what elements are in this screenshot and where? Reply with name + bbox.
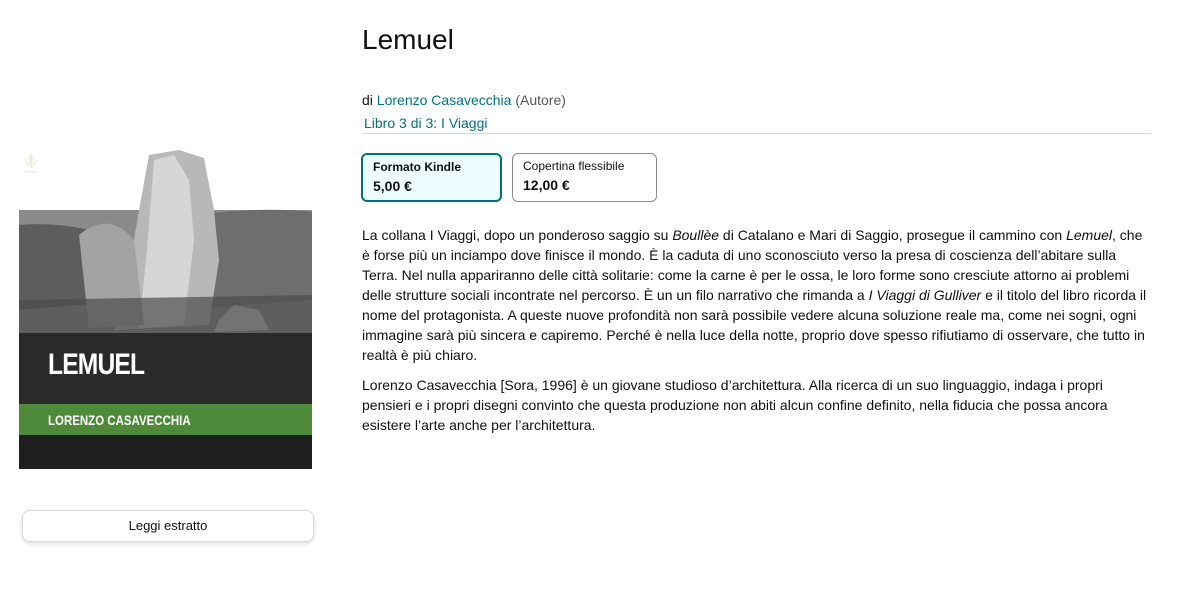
description-italic: Lemuel <box>1066 227 1113 243</box>
format-price: 5,00 € <box>373 178 412 194</box>
product-title: Lemuel <box>362 24 454 55</box>
product-description: La collana I Viaggi, dopo un ponderoso s… <box>362 225 1152 445</box>
format-paperback-option[interactable]: Copertina flessibile 12,00 € <box>512 153 657 202</box>
description-italic: I Viaggi di Gulliver <box>868 287 982 303</box>
series-info: Libro 3 di 3: I Viaggi <box>364 115 488 131</box>
author-bio-paragraph: Lorenzo Casavecchia [Sora, 1996] è un gi… <box>362 377 1108 433</box>
read-sample-button[interactable]: Leggi estratto <box>22 510 314 542</box>
cover-title-text: LEMUEL <box>48 348 145 381</box>
cover-author-text: LORENZO CASAVECCHIA <box>48 412 191 428</box>
byline: di Lorenzo Casavecchia (Autore) <box>362 92 566 108</box>
series-link[interactable]: Libro 3 di 3: I Viaggi <box>364 115 488 131</box>
format-kindle-option[interactable]: Formato Kindle 5,00 € <box>361 153 502 202</box>
by-prefix: di <box>362 92 373 108</box>
author-role: (Autore) <box>515 92 566 108</box>
publisher-logo-icon <box>24 153 38 173</box>
format-label: Formato Kindle <box>373 160 462 174</box>
description-italic: Boullèe <box>672 227 720 243</box>
cover-bottom-band <box>19 435 312 469</box>
description-text: La collana I Viaggi, dopo un ponderoso s… <box>362 227 673 243</box>
product-image-column: LEMUEL LORENZO CASAVECCHIA <box>19 150 312 469</box>
format-label: Copertina flessibile <box>523 159 625 173</box>
book-cover-image[interactable]: LEMUEL LORENZO CASAVECCHIA <box>19 150 312 469</box>
format-price: 12,00 € <box>523 177 570 193</box>
description-text: di Catalano e Mari di Saggio, prosegue i… <box>719 227 1067 243</box>
description-paragraph: La collana I Viaggi, dopo un ponderoso s… <box>362 225 1152 365</box>
divider <box>362 133 1151 134</box>
author-link[interactable]: Lorenzo Casavecchia <box>377 92 512 108</box>
